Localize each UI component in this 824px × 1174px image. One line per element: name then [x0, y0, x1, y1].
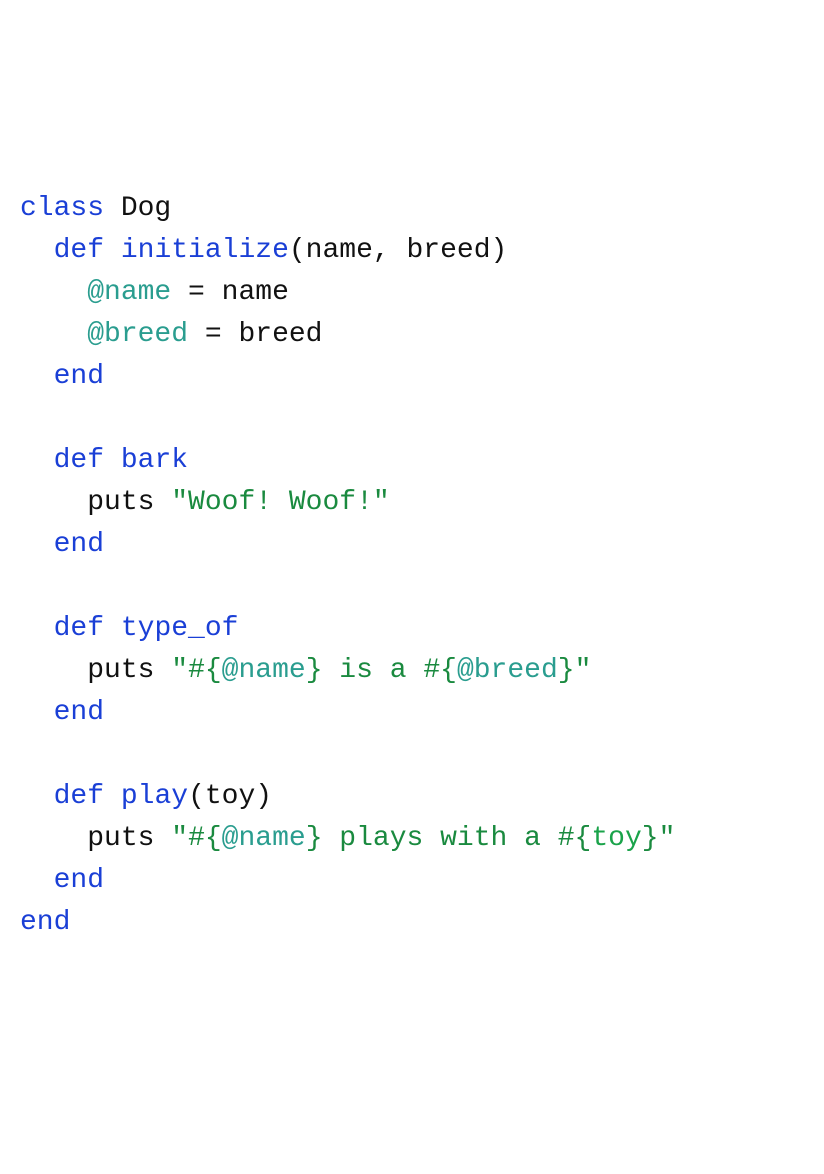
method-name-typeof: type_of: [121, 613, 239, 644]
interp-open: #{: [423, 655, 457, 686]
method-name-initialize: initialize: [121, 235, 289, 266]
interp-open: #{: [188, 823, 222, 854]
instance-var: @breed: [87, 319, 188, 350]
keyword-end: end: [54, 865, 104, 896]
method-params: (name, breed): [289, 235, 507, 266]
interp-ivar: @breed: [457, 655, 558, 686]
keyword-def: def: [54, 235, 104, 266]
interp-close: }: [558, 655, 575, 686]
string-mid: plays with a: [323, 823, 558, 854]
instance-var: @name: [87, 277, 171, 308]
function-call: puts: [87, 823, 154, 854]
interp-ivar: @name: [222, 655, 306, 686]
string-quote: ": [171, 655, 188, 686]
keyword-end: end: [54, 361, 104, 392]
operator: =: [171, 277, 221, 308]
keyword-end: end: [54, 697, 104, 728]
function-call: puts: [87, 655, 154, 686]
interp-close: }: [642, 823, 659, 854]
string-quote: ": [171, 823, 188, 854]
keyword-class: class: [20, 193, 104, 224]
interp-close: }: [306, 823, 323, 854]
interp-open: #{: [188, 655, 222, 686]
value: name: [222, 277, 289, 308]
keyword-def: def: [54, 445, 104, 476]
function-call: puts: [87, 487, 154, 518]
interp-open: #{: [558, 823, 592, 854]
keyword-end: end: [54, 529, 104, 560]
value: breed: [238, 319, 322, 350]
method-params: (toy): [188, 781, 272, 812]
keyword-def: def: [54, 781, 104, 812]
string-mid: is a: [323, 655, 424, 686]
interp-close: }: [306, 655, 323, 686]
keyword-def: def: [54, 613, 104, 644]
string-literal: "Woof! Woof!": [171, 487, 389, 518]
keyword-end: end: [20, 907, 70, 938]
interp-var: toy: [591, 823, 641, 854]
class-name: Dog: [121, 193, 171, 224]
operator: =: [188, 319, 238, 350]
string-quote: ": [659, 823, 676, 854]
method-name-play: play: [121, 781, 188, 812]
method-name-bark: bark: [121, 445, 188, 476]
interp-ivar: @name: [222, 823, 306, 854]
string-quote: ": [575, 655, 592, 686]
code-block: class Dog def initialize(name, breed) @n…: [20, 188, 804, 944]
